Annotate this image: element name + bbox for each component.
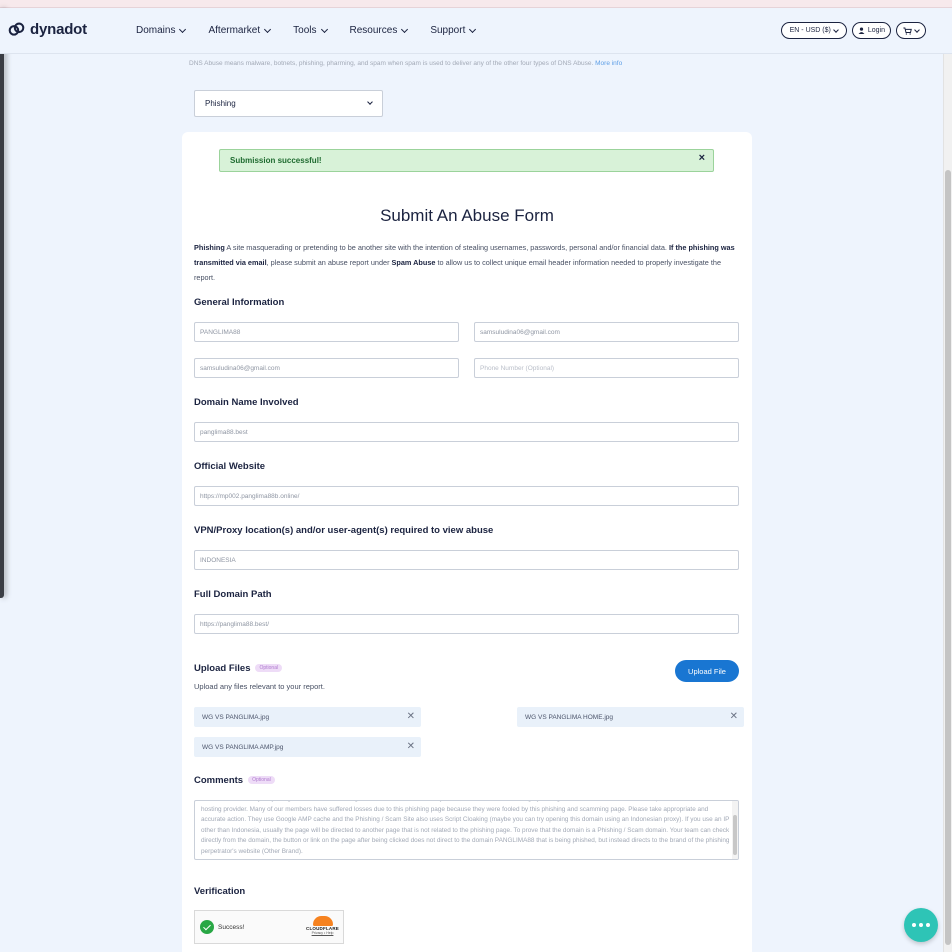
scrollbar-thumb[interactable]: [945, 170, 951, 945]
upload-files-text: Upload Files: [194, 663, 251, 674]
uploaded-file: WG VS PANGLIMA HOME.jpg ✕: [517, 707, 744, 727]
success-alert-text: Submission successful!: [230, 156, 322, 165]
textarea-scrollbar[interactable]: [732, 801, 738, 859]
nav-resources[interactable]: Resources: [349, 25, 409, 36]
cart-button[interactable]: [896, 22, 926, 39]
locale-label: EN - USD ($): [789, 27, 831, 34]
chat-dot-icon: [919, 923, 923, 927]
chevron-down-icon: [264, 25, 272, 33]
website-label: Official Website: [194, 461, 266, 472]
uploaded-file: WG VS PANGLIMA AMP.jpg ✕: [194, 737, 421, 757]
chevron-down-icon: [179, 25, 187, 33]
header-actions: EN - USD ($) Login: [780, 22, 926, 39]
chevron-down-icon: [320, 25, 328, 33]
chevron-down-icon: [367, 99, 373, 105]
domain-label: Domain Name Involved: [194, 397, 299, 408]
chat-dot-icon: [926, 923, 930, 927]
abuse-form-card: Submission successful! × Submit An Abuse…: [182, 132, 752, 952]
more-info-link[interactable]: More info: [595, 60, 622, 67]
comments-textarea[interactable]: brand which certainly very dangerous whe…: [194, 800, 739, 860]
vpn-field[interactable]: INDONESIA: [194, 550, 739, 570]
uploaded-file: WG VS PANGLIMA.jpg ✕: [194, 707, 421, 727]
textarea-scrollbar-thumb[interactable]: [733, 815, 737, 855]
email-field[interactable]: samsuludina06@gmail.com: [474, 322, 739, 342]
verification-label: Verification: [194, 886, 246, 897]
captcha-widget[interactable]: Success! CLOUDFLARE Privacy • Help: [194, 910, 344, 944]
optional-badge: Optional: [255, 664, 283, 672]
website-field[interactable]: https://mp002.panglima88b.online/: [194, 486, 739, 506]
file-name: WG VS PANGLIMA HOME.jpg: [525, 713, 614, 721]
browser-top-strip: [0, 0, 952, 8]
nav-tools[interactable]: Tools: [293, 25, 328, 36]
cart-icon: [903, 27, 912, 35]
vpn-label: VPN/Proxy location(s) and/or user-agent(…: [194, 525, 494, 536]
dynadot-logo[interactable]: dynadot: [8, 21, 87, 38]
path-label: Full Domain Path: [194, 589, 272, 600]
abuse-type-select[interactable]: Phishing: [194, 90, 383, 117]
chat-dot-icon: [912, 923, 916, 927]
upload-file-button[interactable]: Upload File: [675, 660, 739, 682]
form-description: Phishing A site masquerading or pretendi…: [194, 240, 740, 285]
overlay-panel-edge: [0, 8, 4, 598]
desc-term: Phishing: [194, 243, 225, 252]
desc-text-1: A site masquerading or pretending to be …: [224, 243, 669, 252]
chevron-down-icon: [401, 25, 409, 33]
domain-field[interactable]: panglima88.best: [194, 422, 739, 442]
desc-bold-2: Spam Abuse: [391, 258, 436, 267]
dns-abuse-note: DNS Abuse means malware, botnets, phishi…: [189, 60, 622, 67]
nav-aftermarket-label: Aftermarket: [208, 25, 261, 36]
site-header: dynadot Domains Aftermarket Tools Resour…: [0, 8, 952, 54]
form-title: Submit An Abuse Form: [380, 206, 554, 225]
desc-text-2: , please submit an abuse report under: [266, 258, 392, 267]
chevron-down-icon: [833, 26, 839, 33]
success-alert: Submission successful! ×: [219, 149, 714, 172]
check-circle-icon: [200, 920, 214, 934]
main-nav: Domains Aftermarket Tools Resources Supp…: [136, 25, 498, 36]
login-label: Login: [867, 27, 885, 34]
close-icon[interactable]: ×: [699, 152, 705, 164]
logo-text: dynadot: [30, 21, 87, 38]
nav-domains-label: Domains: [136, 25, 176, 36]
name-field[interactable]: PANGLIMA88: [194, 322, 459, 342]
file-name: WG VS PANGLIMA AMP.jpg: [202, 743, 284, 751]
email-confirm-field[interactable]: samsuludina06@gmail.com: [194, 358, 459, 378]
file-name: WG VS PANGLIMA.jpg: [202, 713, 270, 721]
path-field[interactable]: https://panglima88.best/: [194, 614, 739, 634]
comments-label: Comments Optional: [194, 775, 275, 786]
captcha-links[interactable]: Privacy • Help: [312, 931, 334, 935]
chevron-down-icon: [914, 26, 920, 33]
nav-tools-label: Tools: [293, 25, 317, 36]
user-icon: [858, 27, 865, 34]
nav-aftermarket[interactable]: Aftermarket: [208, 25, 272, 36]
chevron-down-icon: [469, 25, 477, 33]
remove-file-icon[interactable]: ✕: [407, 711, 415, 722]
captcha-status: Success!: [218, 923, 245, 931]
dynadot-logo-icon: [8, 22, 25, 36]
remove-file-icon[interactable]: ✕: [730, 711, 738, 722]
cloud-icon: [312, 916, 333, 926]
login-button[interactable]: Login: [851, 22, 891, 39]
phone-field[interactable]: Phone Number (Optional): [474, 358, 739, 378]
comments-text-label: Comments: [194, 775, 244, 786]
nav-support[interactable]: Support: [430, 25, 477, 36]
remove-file-icon[interactable]: ✕: [407, 741, 415, 752]
comments-value: brand which certainly very dangerous whe…: [201, 801, 730, 855]
upload-hint: Upload any files relevant to your report…: [194, 682, 325, 691]
chat-widget-button[interactable]: [904, 908, 938, 942]
nav-domains[interactable]: Domains: [136, 25, 187, 36]
nav-support-label: Support: [430, 25, 466, 36]
nav-resources-label: Resources: [349, 25, 398, 36]
general-info-label: General Information: [194, 297, 285, 308]
page-scrollbar[interactable]: [943, 54, 952, 952]
optional-badge: Optional: [248, 776, 275, 784]
locale-currency-button[interactable]: EN - USD ($): [780, 22, 847, 39]
cloudflare-logo: CLOUDFLARE Privacy • Help: [306, 916, 339, 935]
abuse-type-value: Phishing: [205, 99, 236, 108]
dns-abuse-note-text: DNS Abuse means malware, botnets, phishi…: [189, 60, 594, 67]
upload-files-label: Upload Files Optional: [194, 663, 283, 674]
